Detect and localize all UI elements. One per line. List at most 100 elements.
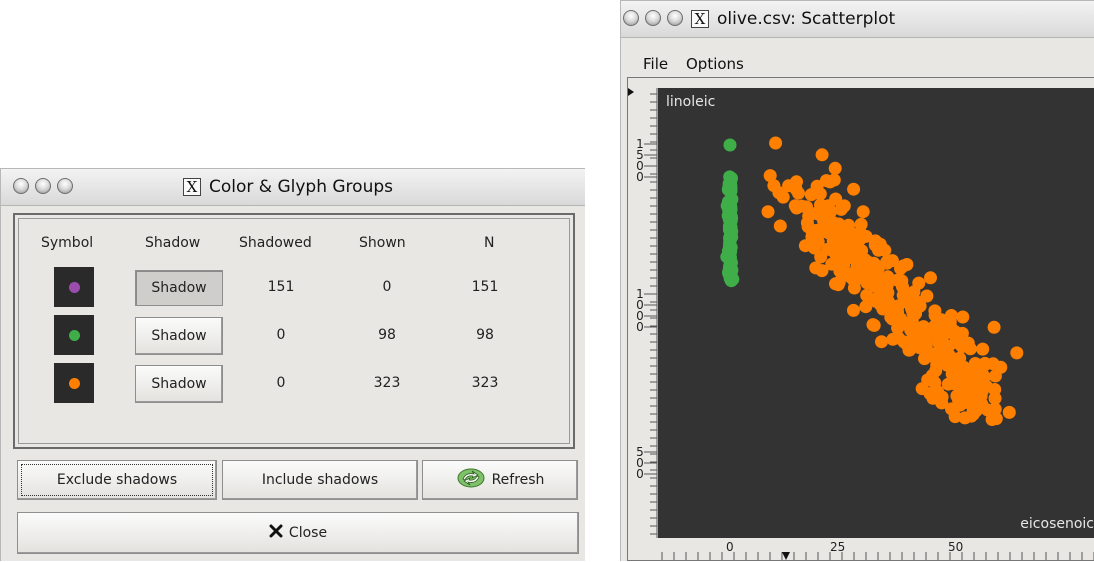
shadowed-count: 151 [267,279,295,295]
scatter-point [875,335,888,349]
x-variable-label: eicosenoic [1020,516,1094,532]
scatter-point [935,390,949,404]
scatter-point [724,266,738,280]
scatter-point [886,332,900,346]
scatter-point [761,205,775,219]
header-shown: Shown [359,235,406,251]
x-tick-label: 0 [726,540,734,554]
color-glyph-groups-window: X Color & Glyph Groups Symbol Shadow Sha… [0,168,585,561]
close-button[interactable]: Close [17,512,579,554]
menu-file[interactable]: File [643,55,668,73]
scatter-point [987,320,1001,334]
scatter-point [853,226,867,239]
scatter-point [841,247,855,260]
scatter-point [847,303,860,317]
scatter-point [907,333,921,346]
scatter-point [953,361,967,375]
n-count: 98 [476,327,494,343]
exclude-shadows-button[interactable]: Exclude shadows [17,460,217,500]
horizontal-ruler[interactable]: 0 25 50 [658,540,1094,562]
x11-icon: X [691,10,709,28]
scatter-points-layer [720,136,1024,426]
shown-count: 98 [378,327,396,343]
scatter-point [1002,405,1016,419]
scatter-point [868,279,882,293]
scatter-point [891,299,905,313]
ruler-marker-icon [782,552,790,560]
include-shadows-button[interactable]: Include shadows [222,460,418,500]
symbol-swatch [54,267,94,307]
scatter-point [884,310,898,324]
scatter-point [721,244,735,258]
vertical-ruler[interactable]: 15001000500 [628,88,658,538]
scatter-point [767,179,781,193]
title-bar: X olive.csv: Scatterplot [621,1,1094,38]
include-shadows-label: Include shadows [261,472,379,488]
symbol-swatch [54,363,94,403]
x11-icon: X [183,178,201,196]
close-label: Close [288,525,328,541]
zoom-window-icon[interactable] [57,178,73,194]
n-count: 323 [471,375,499,391]
scatter-point [976,368,990,382]
scatter-point [948,410,962,424]
scatter-point [867,318,881,332]
scatter-point [813,187,827,201]
x-tick-label: 25 [830,540,845,554]
zoom-window-icon[interactable] [667,10,683,26]
symbol-swatch [54,315,94,355]
scatter-point [894,262,907,275]
shadowed-count: 0 [276,375,286,391]
scatter-point [811,235,825,249]
header-shadowed: Shadowed [239,235,312,251]
minimize-window-icon[interactable] [645,10,661,26]
header-symbol: Symbol [41,235,94,251]
close-window-icon[interactable] [623,10,639,26]
ruler-marker-icon [628,88,634,96]
window-title: olive.csv: Scatterplot [717,9,896,29]
x-tick-label: 50 [948,540,963,554]
close-window-icon[interactable] [13,178,29,194]
scatter-point [828,246,842,259]
y-variable-label: linoleic [666,94,716,110]
shadow-toggle-button[interactable]: Shadow [135,270,223,306]
scatter-point [847,182,861,196]
header-shadow: Shadow [145,235,201,251]
plot-area: 15001000500 linoleic eicosenoic 0 25 50 [627,77,1094,561]
refresh-button[interactable]: Refresh [422,460,578,500]
scatter-point [928,351,942,365]
refresh-label: Refresh [491,472,545,488]
scatter-point [896,280,909,294]
scatter-point [842,218,855,232]
scatter-point [961,336,975,350]
refresh-icon [456,467,486,493]
scatter-point [969,400,983,413]
scatter-point [856,205,870,219]
scatter-point [948,325,962,338]
header-n: N [484,235,495,251]
title-bar: X Color & Glyph Groups [1,169,585,206]
scatter-point [815,148,829,162]
scatter-point [721,209,735,223]
scatter-point [872,261,886,275]
scatter-point [989,412,1003,426]
shadow-toggle-button[interactable]: Shadow [135,317,223,355]
scatter-point [976,342,990,356]
scatter-point [953,391,967,405]
orange-dot-icon [69,378,80,389]
y-tick-label: 0 [636,170,644,184]
scatter-point [905,302,919,316]
minimize-window-icon[interactable] [35,178,51,194]
scatter-point [928,308,942,322]
shown-count: 0 [382,279,392,295]
scatterplot-window: X olive.csv: Scatterplot File Options 15… [620,0,1094,561]
menu-options[interactable]: Options [686,55,744,73]
shadow-toggle-button[interactable]: Shadow [135,365,223,403]
scatterplot-canvas[interactable]: linoleic eicosenoic [658,88,1094,538]
scatter-point [769,136,783,150]
window-title: Color & Glyph Groups [209,177,393,197]
scatter-point [773,219,787,233]
scatter-point [840,267,854,280]
scatter-point [800,216,814,230]
scatter-point [790,201,804,215]
